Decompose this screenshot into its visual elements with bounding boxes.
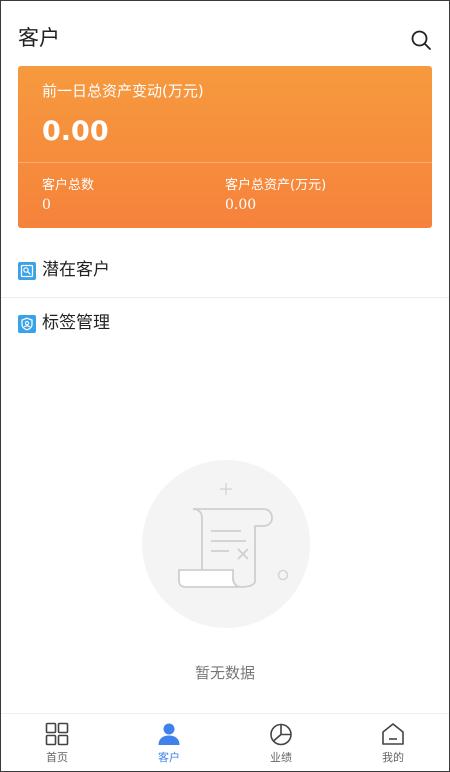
user-icon [158, 723, 180, 745]
tab-mine[interactable]: 我的 [337, 714, 449, 771]
total-assets-value: 0.00 [225, 197, 257, 213]
asset-change-value: 0.00 [42, 116, 109, 147]
customer-count-value: 0 [42, 197, 51, 213]
card-divider [18, 162, 432, 163]
header: 客户 [1, 1, 449, 63]
tag-management-icon [18, 315, 36, 333]
search-button[interactable] [409, 28, 433, 52]
bottom-tab-bar: 首页 客户 业绩 我的 [1, 713, 449, 771]
tab-label: 我的 [382, 751, 404, 764]
empty-state-text: 暂无数据 [194, 664, 255, 682]
menu-item-tag-management[interactable]: 标签管理 [1, 300, 449, 348]
empty-scroll-icon [141, 459, 311, 629]
potential-customer-icon [18, 262, 36, 280]
tab-label: 客户 [158, 751, 180, 764]
customer-count-label: 客户总数 [42, 178, 95, 193]
customer-count-stat: 客户总数 0 [42, 177, 94, 214]
app-screen: 客户 前一日总资产变动(万元) 0.00 客户总数 0 客户总资产(万元) 0.… [0, 0, 450, 772]
total-assets-label: 客户总资产(万元) [225, 178, 327, 193]
menu-label: 标签管理 [42, 313, 110, 333]
total-assets-stat: 客户总资产(万元) 0.00 [225, 177, 326, 214]
tab-label: 业绩 [270, 751, 292, 764]
menu-item-potential-customers[interactable]: 潜在客户 [1, 247, 449, 295]
asset-summary-card[interactable]: 前一日总资产变动(万元) 0.00 客户总数 0 客户总资产(万元) 0.00 [18, 66, 432, 228]
menu-divider [1, 297, 449, 298]
page-title: 客户 [18, 26, 60, 50]
menu-label: 潜在客户 [42, 260, 110, 280]
tab-performance[interactable]: 业绩 [225, 714, 337, 771]
pie-chart-icon [270, 723, 292, 746]
asset-change-label: 前一日总资产变动(万元) [42, 82, 204, 100]
tab-home[interactable]: 首页 [1, 714, 113, 771]
home-icon [382, 723, 404, 745]
search-icon [411, 30, 431, 50]
tab-label: 首页 [46, 751, 68, 764]
tab-customers[interactable]: 客户 [113, 714, 225, 771]
grid-icon [45, 722, 69, 746]
